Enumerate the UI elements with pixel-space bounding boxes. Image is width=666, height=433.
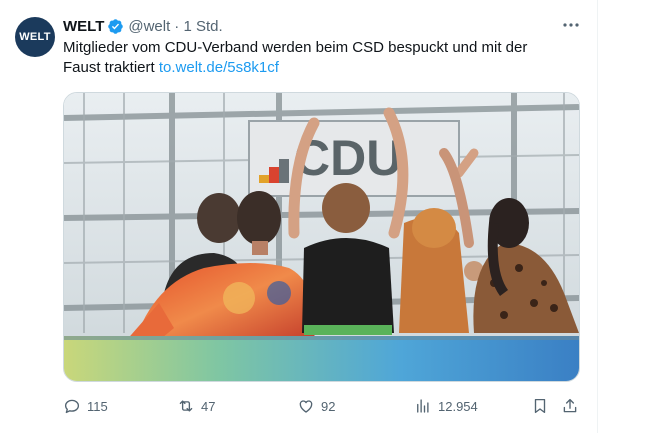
like-count: 92 xyxy=(321,398,336,414)
share-button[interactable] xyxy=(561,394,579,418)
more-icon[interactable] xyxy=(560,14,582,36)
avatar[interactable]: WELT xyxy=(15,17,55,57)
reply-count: 115 xyxy=(87,398,108,414)
tweet-link[interactable]: to.welt.de/5s8k1cf xyxy=(159,59,279,76)
tweet-body: Mitglieder vom CDU-Verband werden beim C… xyxy=(63,39,528,76)
like-icon xyxy=(299,400,313,413)
share-icon xyxy=(563,398,577,413)
reply-button[interactable]: 115 xyxy=(63,394,108,418)
crowd-photo: CDU xyxy=(64,93,579,381)
retweet-count: 47 xyxy=(201,398,216,414)
views-count: 12.954 xyxy=(438,398,478,414)
tweet-card[interactable]: WELT WELT @welt · 1 Std. Mitglieder vom … xyxy=(0,0,598,433)
timestamp[interactable]: · 1 Std. xyxy=(174,18,222,35)
bookmark-icon xyxy=(534,398,546,414)
tweet-actions: 115 47 92 12.954 xyxy=(63,394,583,418)
retweet-icon xyxy=(179,400,193,412)
bookmark-button[interactable] xyxy=(531,394,549,418)
author-name[interactable]: WELT xyxy=(63,18,104,35)
avatar-label: WELT xyxy=(19,31,51,43)
tweet-header: WELT @welt · 1 Std. xyxy=(63,16,223,36)
verified-badge-icon xyxy=(107,18,124,35)
like-button[interactable]: 92 xyxy=(297,394,335,418)
views-button[interactable]: 12.954 xyxy=(414,394,478,418)
reply-icon xyxy=(64,399,80,414)
author-handle[interactable]: @welt xyxy=(128,18,170,35)
tweet-text: Mitglieder vom CDU-Verband werden beim C… xyxy=(63,38,563,78)
tweet-image[interactable]: CDU xyxy=(63,92,580,382)
retweet-button[interactable]: 47 xyxy=(177,394,215,418)
views-icon xyxy=(417,399,429,413)
